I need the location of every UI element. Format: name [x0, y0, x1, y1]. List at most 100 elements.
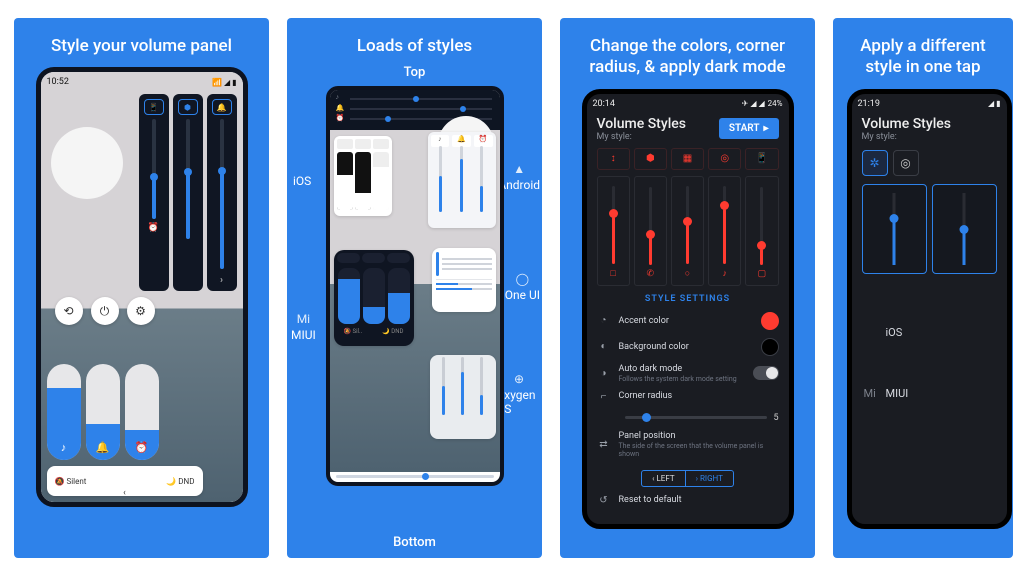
oneui-label: ◯One UI — [505, 272, 540, 302]
style-thumbnail-row: ✲ ◎ — [852, 144, 1007, 182]
box-icon: ▢ — [758, 269, 767, 279]
fill-icon: ◐ — [597, 341, 611, 352]
ios-panel[interactable] — [334, 136, 392, 216]
bell-icon: 🔔 — [96, 441, 110, 454]
card-2-title: Loads of styles — [349, 36, 480, 57]
red-slider-2[interactable]: ✆ — [634, 176, 667, 286]
position-left-button[interactable]: ‹ LEFT — [641, 470, 686, 487]
reset-icon: ↺ — [597, 495, 611, 506]
status-icons: ✈ ◢ ◢ 24% — [742, 99, 783, 108]
pill-slider-2[interactable]: 🔔 — [86, 364, 120, 460]
background-color-label: Background color — [619, 342, 753, 352]
play-icon: ▸ — [763, 123, 768, 134]
red-slider-4[interactable]: ♪ — [708, 176, 741, 286]
background-color-row[interactable]: ◐ Background color — [587, 334, 789, 360]
oneui-panel[interactable] — [432, 248, 496, 312]
os-option-miui[interactable]: MiMIUI — [852, 377, 1007, 410]
promo-card-3: Change the colors, corner radius, & appl… — [560, 18, 815, 558]
back-icon[interactable]: ⟲ — [55, 297, 83, 325]
app-subtitle: My style: — [597, 132, 686, 142]
phone-icon[interactable]: 📱 — [745, 148, 778, 170]
power-icon[interactable]: ⏻ — [91, 297, 119, 325]
note-icon: ♪ — [722, 268, 727, 279]
phone-icon[interactable]: 📱 — [144, 99, 164, 115]
phone-icon: ✆ — [647, 269, 655, 279]
grid-icon[interactable]: ▦ — [671, 148, 704, 170]
corner-radius-value: 5 — [773, 413, 778, 423]
corner-icon: ⌐ — [597, 391, 611, 402]
phone-mock-4: 21:19 ◢ ▮ Volume Styles My style: ✲ ◎ iO… — [847, 89, 1012, 529]
expand-icon[interactable]: ↕ — [597, 148, 630, 170]
background-swatch[interactable] — [761, 338, 779, 356]
palette-icon: ◔ — [597, 315, 611, 326]
status-bar: 10:52 📶 ◢ ▮ — [47, 75, 237, 89]
red-slider-5[interactable]: ▢ — [745, 176, 778, 286]
mi-icon: Mi — [297, 312, 310, 326]
panel-position-row: ⇄ Panel position The side of the screen … — [587, 427, 789, 491]
android-label: ▲Android — [498, 162, 540, 192]
alarm-icon: ⏰ — [148, 223, 159, 233]
mode-toast: 🔕 Silent 🌙 DND ‹ — [47, 466, 203, 496]
dnd-icon: 🌙 DND — [382, 328, 403, 335]
android-panel[interactable]: ♪ 🔔 ⏰ — [428, 132, 496, 228]
wallpaper: ♪ 🔔 ⏰ — [330, 130, 500, 472]
android-icon: ▲ — [513, 162, 525, 176]
promo-card-4: Apply a different style in one tap 21:19… — [833, 18, 1013, 558]
shield-icon[interactable]: ⬢ — [178, 99, 198, 115]
style-thumb-2[interactable]: ◎ — [893, 150, 919, 176]
volume-slider-dark-3[interactable]: 🔔 › — [207, 94, 237, 291]
status-bar: 20:14 ✈ ◢ ◢ 24% — [593, 97, 783, 111]
circle-icon: ○ — [685, 268, 690, 279]
corner-radius-row[interactable]: ⌐ Corner radius 5 — [587, 387, 789, 427]
moon-icon: ◑ — [597, 368, 611, 379]
red-slider-3[interactable]: ○ — [671, 176, 704, 286]
ios-label: iOS — [293, 172, 311, 188]
note-icon: ♪ — [61, 441, 67, 454]
moon-graphic — [51, 127, 123, 199]
app-title: Volume Styles — [597, 116, 686, 132]
alarm-icon: ⏰ — [336, 114, 345, 122]
target-icon[interactable]: ◎ — [708, 148, 741, 170]
status-time: 20:14 — [593, 99, 615, 109]
start-button[interactable]: START▸ — [719, 118, 779, 139]
style-settings-heading: STYLE SETTINGS — [587, 294, 789, 304]
reset-row[interactable]: ↺ Reset to default — [587, 491, 789, 510]
silent-icon: 🔕 Sil.. — [344, 328, 363, 335]
accent-swatch[interactable] — [761, 312, 779, 330]
position-right-button[interactable]: › RIGHT — [686, 470, 734, 487]
volume-slider-dark-1[interactable]: 📱 ⏰ — [139, 94, 169, 291]
status-time: 21:19 — [858, 99, 880, 109]
phone-mock-2: ♪ 🔔 ⏰ — [326, 86, 504, 486]
blue-slider-1[interactable] — [862, 184, 927, 274]
pill-slider-3[interactable]: ⏰ — [125, 364, 159, 460]
blue-slider-2[interactable] — [932, 184, 997, 274]
miui-panel[interactable]: 🔕 Sil.. 🌙 DND — [334, 250, 414, 346]
promo-card-1: Style your volume panel 10:52 📶 ◢ ▮ 📱 ⏰ … — [14, 18, 269, 558]
chevron-right-icon[interactable]: › — [220, 275, 223, 286]
note-icon: ♪ — [336, 93, 340, 101]
oxygen-panel[interactable] — [430, 355, 496, 439]
style-thumb-1[interactable]: ✲ — [862, 150, 888, 176]
miui-label: MiMIUI — [291, 312, 316, 342]
silent-label[interactable]: 🔕 Silent — [55, 477, 87, 486]
dark-mode-toggle[interactable] — [753, 366, 779, 380]
bottom-label: Bottom — [393, 535, 436, 550]
red-slider-group: □ ✆ ○ ♪ ▢ — [587, 174, 789, 288]
bell-icon[interactable]: 🔔 — [212, 99, 232, 115]
pill-slider-1[interactable]: ♪ — [47, 364, 81, 460]
dnd-label[interactable]: 🌙 DND — [166, 477, 194, 486]
corner-radius-slider[interactable] — [625, 416, 768, 419]
top-label: Top — [404, 65, 426, 80]
chevron-left-icon[interactable]: ‹ — [123, 488, 126, 498]
gear-icon[interactable]: ⚙ — [127, 297, 155, 325]
samsung-icon: ◯ — [516, 272, 529, 286]
app-header: Volume Styles My style: — [852, 108, 1007, 144]
dark-slider-group: 📱 ⏰ ⬢ 🔔 › — [139, 94, 237, 291]
red-slider-1[interactable]: □ — [597, 176, 630, 286]
auto-dark-row[interactable]: ◑ Auto dark mode Follows the system dark… — [587, 360, 789, 387]
os-option-ios[interactable]: iOS — [852, 316, 1007, 349]
volume-slider-dark-2[interactable]: ⬢ — [173, 94, 203, 291]
bottom-slider[interactable] — [336, 475, 494, 478]
shield-icon[interactable]: ⬢ — [634, 148, 667, 170]
accent-color-row[interactable]: ◔ Accent color — [587, 308, 789, 334]
